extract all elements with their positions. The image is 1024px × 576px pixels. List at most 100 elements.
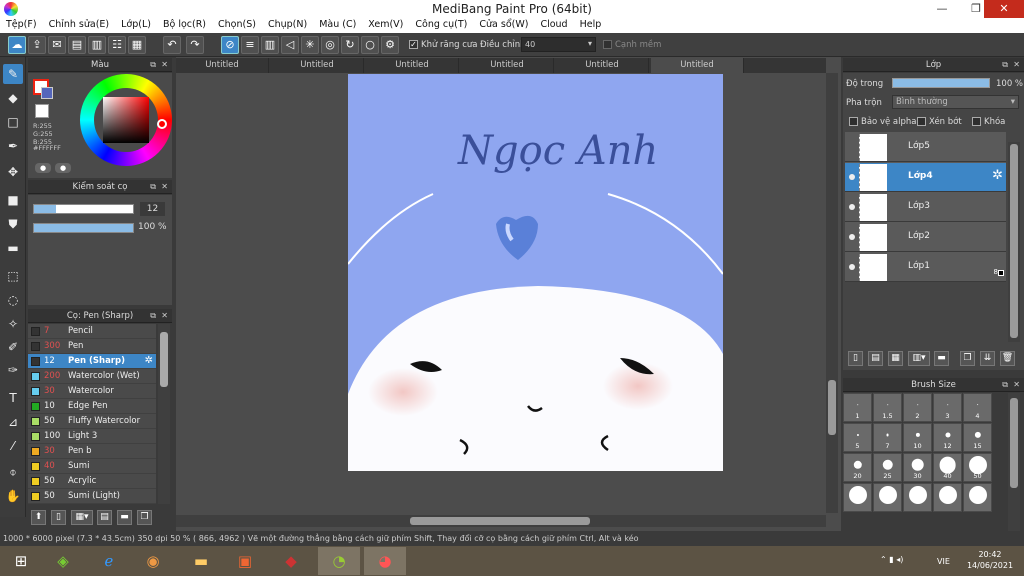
- brush-size-option[interactable]: 15: [963, 423, 992, 452]
- color-palette-icon[interactable]: ●: [55, 163, 71, 173]
- brush-list-item[interactable]: 300 Pen: [28, 339, 156, 354]
- eyedropper-tool-icon[interactable]: ⁄: [3, 436, 23, 456]
- redo-icon[interactable]: ↷: [186, 36, 204, 54]
- dropper-tool-icon[interactable]: ⌽: [3, 462, 23, 482]
- tab-untitled-1[interactable]: Untitled: [176, 58, 269, 73]
- new-8bit-layer-icon[interactable]: ▦: [888, 351, 903, 366]
- transparent-color-swatch[interactable]: [35, 104, 49, 118]
- text-tool-icon[interactable]: T: [3, 388, 23, 408]
- brush-list-item[interactable]: 30 Watercolor: [28, 384, 156, 399]
- drawing-canvas[interactable]: Ngọc Anh: [348, 74, 723, 471]
- lasso-tool-icon[interactable]: ◌: [3, 290, 23, 310]
- brush-size-option[interactable]: 7: [873, 423, 902, 452]
- magic-wand-tool-icon[interactable]: ✧: [3, 314, 23, 334]
- eye-icon[interactable]: [849, 234, 855, 240]
- brush-size-option[interactable]: 3: [933, 393, 962, 422]
- layer-row[interactable]: Lớp4 ✲: [845, 163, 1006, 192]
- brush-list-item[interactable]: 12 Pen (Sharp) ✲: [28, 354, 156, 369]
- brush-list-item[interactable]: 40 Sumi: [28, 459, 156, 474]
- brush-size-option[interactable]: 4: [963, 393, 992, 422]
- brush-doc-icon[interactable]: ▤: [97, 510, 112, 525]
- brush-size-option[interactable]: [903, 483, 932, 512]
- undock-icon[interactable]: ⧉: [150, 180, 156, 194]
- undock-icon[interactable]: ⧉: [150, 309, 156, 323]
- brush-size-option[interactable]: [963, 483, 992, 512]
- layer-scroll-thumb[interactable]: [1010, 144, 1018, 338]
- brush-size-option[interactable]: 40: [933, 453, 962, 482]
- menu-filter[interactable]: Bộ lọc(R): [157, 18, 212, 30]
- snap-off-icon[interactable]: ⊘: [221, 36, 239, 54]
- brush-copy-icon[interactable]: ❐: [137, 510, 152, 525]
- tab-untitled-6[interactable]: Untitled: [651, 58, 744, 73]
- menu-view[interactable]: Xem(V): [362, 18, 409, 30]
- menu-snap[interactable]: Chụp(N): [262, 18, 313, 30]
- tab-untitled-4[interactable]: Untitled: [461, 58, 554, 73]
- brush-list-item[interactable]: 100 Light 3: [28, 429, 156, 444]
- select-eraser-tool-icon[interactable]: ✑: [3, 360, 23, 380]
- tray-icons[interactable]: ⌃ ▮ ◂): [880, 555, 903, 564]
- eye-icon[interactable]: [849, 264, 855, 270]
- close-icon[interactable]: ✕: [161, 180, 168, 194]
- clip-checkbox[interactable]: [917, 117, 926, 126]
- bucket-tool-icon[interactable]: ⛊: [3, 214, 23, 234]
- eraser-tool-icon[interactable]: ◆: [3, 88, 23, 108]
- adjust-select[interactable]: 40 ▾: [521, 37, 596, 52]
- eye-icon[interactable]: [849, 204, 855, 210]
- brush-list-item[interactable]: 50 Acrylic: [28, 474, 156, 489]
- gradient-tool-icon[interactable]: ▬: [3, 238, 23, 258]
- new-halftone-layer-icon[interactable]: ▤: [868, 351, 883, 366]
- eye-icon[interactable]: [849, 174, 855, 180]
- menu-tools[interactable]: Công cụ(T): [409, 18, 473, 30]
- snap-parallel-icon[interactable]: ≡: [241, 36, 259, 54]
- snap-circle-icon[interactable]: ○: [361, 36, 379, 54]
- duplicate-layer-icon[interactable]: ❐: [960, 351, 975, 366]
- canvas-vertical-scrollbar[interactable]: [826, 73, 838, 513]
- comment-icon[interactable]: ✉: [48, 36, 66, 54]
- rect-select-tool-icon[interactable]: □: [3, 112, 23, 132]
- antialias-checkbox[interactable]: ✓: [409, 40, 418, 49]
- menu-layer[interactable]: Lớp(L): [115, 18, 157, 30]
- brush-menu-icon[interactable]: ▦▾: [71, 510, 93, 525]
- tab-untitled-2[interactable]: Untitled: [271, 58, 364, 73]
- saturation-value-square[interactable]: [103, 97, 149, 143]
- hue-marker[interactable]: [157, 119, 167, 129]
- brush-size-option[interactable]: 5: [843, 423, 872, 452]
- medibang-taskbar-icon[interactable]: ◕: [364, 547, 406, 575]
- brush-list-item[interactable]: 10 Edge Pen: [28, 399, 156, 414]
- snap-settings-icon[interactable]: ⚙: [381, 36, 399, 54]
- move-tool-icon[interactable]: ✥: [3, 162, 23, 182]
- brush-size-option[interactable]: 50: [963, 453, 992, 482]
- color-history-icon[interactable]: ●: [35, 163, 51, 173]
- new-layer-icon[interactable]: ▯: [848, 351, 863, 366]
- brush-folder-icon[interactable]: ▬: [117, 510, 132, 525]
- layer-opacity-slider[interactable]: [892, 78, 990, 88]
- brush-add-icon[interactable]: ⬆: [31, 510, 46, 525]
- brush-size-option[interactable]: [843, 483, 872, 512]
- brush-size-option[interactable]: [873, 483, 902, 512]
- snap-curve-icon[interactable]: ↻: [341, 36, 359, 54]
- share-icon[interactable]: ⇪: [28, 36, 46, 54]
- select-pen-tool-icon[interactable]: ✐: [3, 337, 23, 357]
- brush-size-option[interactable]: 12: [933, 423, 962, 452]
- snap-grid-icon[interactable]: ▥: [261, 36, 279, 54]
- canvas-horizontal-scroll-thumb[interactable]: [410, 517, 590, 525]
- brush-opacity-slider[interactable]: [33, 223, 134, 233]
- windows-start-icon[interactable]: ⊞: [0, 547, 42, 575]
- brush-size-scroll-thumb[interactable]: [1010, 398, 1018, 488]
- brush-size-option[interactable]: 2: [903, 393, 932, 422]
- layer-row[interactable]: Lớp3: [845, 193, 1006, 222]
- gear-icon[interactable]: ✲: [992, 168, 1003, 183]
- delete-layer-icon[interactable]: 🗑: [1000, 351, 1015, 366]
- menu-help[interactable]: Help: [574, 18, 608, 30]
- bluestacks-icon[interactable]: ◈: [42, 547, 84, 575]
- menu-window[interactable]: Cửa sổ(W): [473, 18, 534, 30]
- undock-icon[interactable]: ⧉: [1002, 58, 1008, 72]
- list-icon[interactable]: ☷: [108, 36, 126, 54]
- ie-icon[interactable]: ℯ: [88, 547, 130, 575]
- chat-icon[interactable]: ▤: [68, 36, 86, 54]
- close-icon[interactable]: ✕: [1013, 58, 1020, 72]
- brush-tool-icon[interactable]: ✎: [3, 64, 23, 84]
- language-indicator[interactable]: VIE: [937, 557, 950, 566]
- file-explorer-icon[interactable]: ▬: [180, 547, 222, 575]
- undock-icon[interactable]: ⧉: [150, 58, 156, 72]
